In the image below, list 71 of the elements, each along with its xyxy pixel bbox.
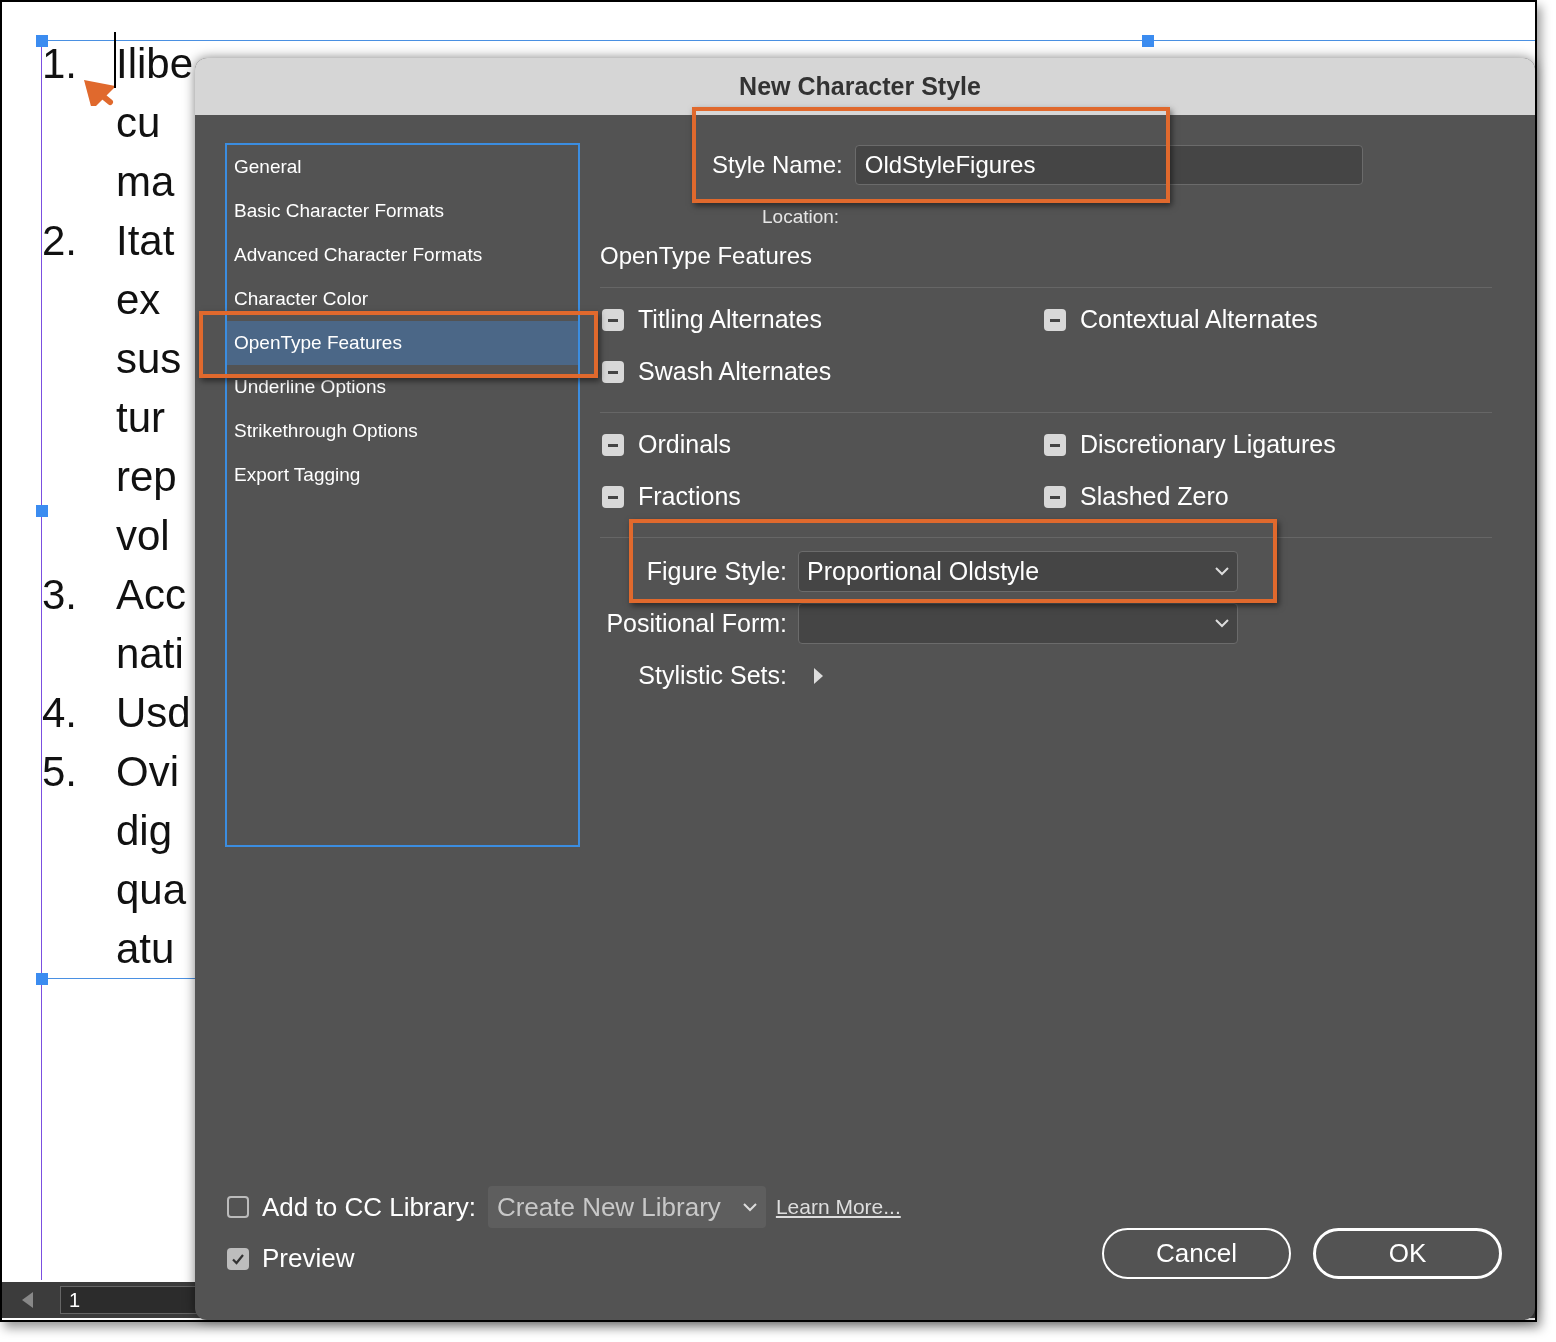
category-item[interactable]: General bbox=[227, 145, 578, 189]
section-title: OpenType Features bbox=[600, 241, 813, 271]
body-text: Usd bbox=[116, 691, 191, 734]
figure-style-dropdown[interactable]: Proportional Oldstyle bbox=[798, 551, 1238, 592]
category-item[interactable]: OpenType Features bbox=[227, 321, 578, 365]
feature-label: Contextual Alternates bbox=[1080, 304, 1318, 336]
list-number: 2. bbox=[42, 216, 78, 264]
body-text: sus bbox=[116, 337, 182, 380]
body-text: Ovi bbox=[116, 750, 179, 793]
chevron-icon bbox=[1215, 567, 1229, 576]
frame-handle[interactable] bbox=[36, 35, 48, 47]
chevron-icon bbox=[742, 1202, 757, 1212]
frame-handle[interactable] bbox=[36, 505, 48, 517]
body-text: cu bbox=[116, 101, 161, 144]
category-item[interactable]: Advanced Character Formats bbox=[227, 233, 578, 277]
list-number: 4. bbox=[42, 688, 78, 736]
category-item[interactable]: Strikethrough Options bbox=[227, 409, 578, 453]
field-label: Stylistic Sets: bbox=[637, 659, 787, 691]
body-text: nati bbox=[116, 632, 184, 675]
library-checkbox[interactable] bbox=[227, 1196, 249, 1218]
feature-checkbox[interactable] bbox=[602, 309, 624, 331]
frame-handle[interactable] bbox=[36, 973, 48, 985]
feature-checkbox[interactable] bbox=[602, 486, 624, 508]
feature-checkbox[interactable] bbox=[1044, 434, 1066, 456]
feature-label: Fractions bbox=[638, 481, 741, 513]
feature-label: Swash Alternates bbox=[638, 356, 832, 388]
feature-checkbox[interactable] bbox=[602, 361, 624, 383]
text-cursor bbox=[114, 32, 116, 88]
body-text: atu bbox=[116, 927, 175, 970]
body-text: qua bbox=[116, 868, 187, 911]
list-number: 5. bbox=[42, 747, 78, 795]
learn-more-link[interactable]: Learn More... bbox=[775, 1191, 901, 1223]
body-text: ex bbox=[116, 278, 161, 321]
disclosure-triangle-icon[interactable] bbox=[813, 667, 825, 684]
body-text: ma bbox=[116, 160, 175, 203]
chevron-icon bbox=[1215, 619, 1229, 628]
feature-checkbox[interactable] bbox=[602, 434, 624, 456]
body-text: Acc bbox=[116, 573, 186, 616]
body-text: tur bbox=[116, 396, 165, 439]
feature-checkbox[interactable] bbox=[1044, 486, 1066, 508]
category-item[interactable]: Export Tagging bbox=[227, 453, 578, 497]
field-label: Location: bbox=[762, 207, 840, 226]
field-label: Figure Style: bbox=[645, 555, 787, 587]
left-arrow-icon[interactable] bbox=[22, 1292, 34, 1308]
preview-checkbox[interactable] bbox=[227, 1247, 249, 1270]
checkbox-label: Add to CC Library: bbox=[262, 1190, 476, 1224]
ok-button[interactable]: OK bbox=[1313, 1228, 1502, 1279]
positional-form-dropdown[interactable] bbox=[798, 603, 1238, 644]
list-number: 3. bbox=[42, 570, 78, 618]
list-number: 1. bbox=[42, 39, 78, 87]
library-dropdown[interactable]: Create New Library bbox=[487, 1186, 766, 1228]
feature-label: Discretionary Ligatures bbox=[1080, 429, 1336, 461]
category-item[interactable]: Character Color bbox=[227, 277, 578, 321]
feature-label: Ordinals bbox=[638, 429, 732, 461]
body-text: vol bbox=[116, 514, 170, 557]
body-text: rep bbox=[116, 455, 177, 498]
style-name-field[interactable]: OldStyleFigures bbox=[854, 145, 1363, 185]
body-text: Ilibe bbox=[116, 42, 194, 85]
body-text: dig bbox=[116, 809, 173, 852]
frame-handle[interactable] bbox=[1142, 35, 1154, 47]
feature-checkbox[interactable] bbox=[1044, 309, 1066, 331]
category-item[interactable]: Underline Options bbox=[227, 365, 578, 409]
field-label: Positional Form: bbox=[605, 607, 787, 639]
feature-label: Titling Alternates bbox=[638, 304, 822, 336]
dialog-title: New Character Style bbox=[739, 70, 981, 102]
feature-label: Slashed Zero bbox=[1080, 481, 1229, 513]
body-text: Itat bbox=[116, 219, 175, 262]
field-label: Style Name: bbox=[712, 150, 843, 180]
category-item[interactable]: Basic Character Formats bbox=[227, 189, 578, 233]
checkbox-label: Preview bbox=[262, 1242, 355, 1275]
cancel-button[interactable]: Cancel bbox=[1102, 1228, 1291, 1279]
